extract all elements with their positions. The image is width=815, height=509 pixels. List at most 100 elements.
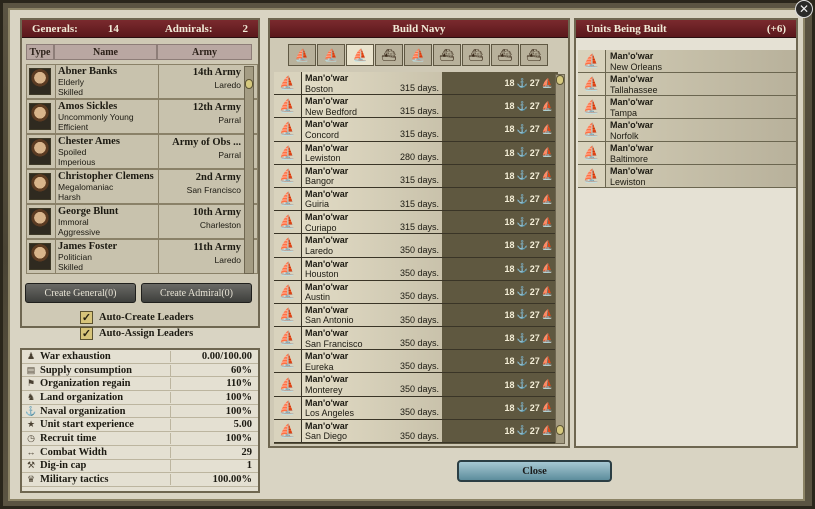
unit-info: Man'o'war Lewiston bbox=[606, 165, 796, 187]
anchor-icon: ⚓ bbox=[516, 286, 528, 297]
ship-small-icon: ⛵ bbox=[541, 170, 553, 181]
col-type[interactable]: Type bbox=[26, 44, 54, 60]
unit-name: Man'o'war bbox=[610, 51, 654, 61]
tab-ship-type-3[interactable]: ⛵ bbox=[346, 44, 374, 66]
leader-row[interactable]: James Foster Politician Skilled 11th Arm… bbox=[26, 239, 258, 274]
create-general-button[interactable]: Create General(0) bbox=[25, 283, 136, 303]
portrait-icon bbox=[29, 103, 51, 130]
leader-army: 2nd Army bbox=[195, 172, 241, 183]
ship-scroll-down[interactable] bbox=[556, 425, 564, 435]
ship-stats: 18 ⚓ 27 ⛵ bbox=[442, 95, 558, 118]
ship-build-row[interactable]: ⛵ Man'o'war Guiria 315 days. 18 ⚓ 27 ⛵ bbox=[274, 187, 558, 212]
ship-build-row[interactable]: ⛵ Man'o'war Austin 350 days. 18 ⚓ 27 ⛵ bbox=[274, 280, 558, 304]
leader-row[interactable]: Amos Sickles Uncommonly Young Efficient … bbox=[26, 99, 258, 134]
ship-scrollbar[interactable] bbox=[555, 74, 565, 444]
leader-column-headers: Type Name Army bbox=[26, 44, 254, 60]
ship-small-icon: ⛵ bbox=[541, 123, 553, 134]
ship-stat-b: 27 bbox=[529, 170, 540, 181]
generals-count: 14 bbox=[107, 22, 119, 35]
unit-city: Tampa bbox=[610, 107, 638, 118]
ship-build-row[interactable]: ⛵ Man'o'war Boston 315 days. 18 ⚓ 27 ⛵ bbox=[274, 72, 558, 96]
tab-ship-type-7[interactable]: ⛴ bbox=[462, 44, 490, 66]
ship-stats: 18 ⚓ 27 ⛵ bbox=[442, 164, 558, 187]
ship-stat-b: 27 bbox=[529, 379, 540, 390]
supply-icon: ▤ bbox=[26, 364, 36, 375]
leader-trait-2: Efficient bbox=[58, 122, 89, 132]
tab-ship-type-2[interactable]: ⛵ bbox=[317, 44, 345, 66]
unit-built-row[interactable]: ⛵ Man'o'war Tallahassee bbox=[578, 73, 796, 96]
military-stats-panel: ♟ War exhaustion 0.00/100.00 ▤ Supply con… bbox=[20, 348, 260, 493]
unit-built-row[interactable]: ⛵ Man'o'war Norfolk bbox=[578, 119, 796, 142]
stat-label: Organization regain bbox=[40, 378, 131, 390]
ship-stats: 18 ⚓ 27 ⛵ bbox=[442, 280, 558, 303]
leader-scroll-knob[interactable] bbox=[245, 79, 253, 89]
ship-build-row[interactable]: ⛵ Man'o'war Bangor 315 days. 18 ⚓ 27 ⛵ bbox=[274, 164, 558, 188]
leader-trait-1: Uncommonly Young bbox=[58, 112, 134, 122]
leaders-panel: Generals: 14 Admirals: 2 Type Name Army Ab… bbox=[20, 18, 260, 328]
unit-built-row[interactable]: ⛵ Man'o'war New Orleans bbox=[578, 50, 796, 73]
ship-days: 315 days. bbox=[399, 198, 439, 209]
unit-built-row[interactable]: ⛵ Man'o'war Baltimore bbox=[578, 142, 796, 165]
clock-icon: ◷ bbox=[27, 432, 35, 443]
tab-ship-type-9[interactable]: ⛴ bbox=[520, 44, 548, 66]
leader-trait-1: Politician bbox=[58, 252, 93, 262]
ship-stat-b: 27 bbox=[529, 402, 540, 413]
leader-row[interactable]: Christopher Clemens Megalomaniac Harsh 2… bbox=[26, 169, 258, 204]
ship-build-row[interactable]: ⛵ Man'o'war Los Angeles 350 days. 18 ⚓ 2… bbox=[274, 396, 558, 420]
ship-info: Man'o'war San Francisco 350 days. bbox=[302, 327, 442, 350]
tab-ship-type-8[interactable]: ⛴ bbox=[491, 44, 519, 66]
leader-army-cell: 14th Army Laredo bbox=[158, 65, 245, 98]
col-name[interactable]: Name bbox=[54, 44, 157, 60]
ship-days: 315 days. bbox=[399, 129, 439, 140]
ship-build-row[interactable]: ⛵ Man'o'war Lewiston 280 days. 18 ⚓ 27 ⛵ bbox=[274, 141, 558, 165]
unit-info: Man'o'war Tampa bbox=[606, 96, 796, 118]
ship-stat-a: 18 bbox=[504, 240, 515, 251]
ship-icon: ⛵ bbox=[578, 73, 606, 95]
leader-trait-2: Aggressive bbox=[58, 227, 101, 237]
auto-assign-checkbox[interactable]: ✓ Auto-Assign Leaders bbox=[80, 327, 193, 340]
ship-stat-b: 27 bbox=[529, 78, 540, 89]
ship-build-row[interactable]: ⛵ Man'o'war New Bedford 315 days. 18 ⚓ 2… bbox=[274, 95, 558, 119]
ship-build-row[interactable]: ⛵ Man'o'war Laredo 350 days. 18 ⚓ 27 ⛵ bbox=[274, 234, 558, 258]
ship-stat-b: 27 bbox=[529, 217, 540, 228]
tab-ship-type-6[interactable]: ⛴ bbox=[433, 44, 461, 66]
ship-build-row[interactable]: ⛵ Man'o'war Monterey 350 days. 18 ⚓ 27 ⛵ bbox=[274, 373, 558, 397]
leader-scrollbar[interactable] bbox=[244, 66, 254, 274]
portrait-icon bbox=[29, 138, 51, 165]
ship-small-icon: ⛵ bbox=[541, 216, 553, 227]
ship-icon: ⛵ bbox=[274, 303, 302, 327]
unit-built-row[interactable]: ⛵ Man'o'war Tampa bbox=[578, 96, 796, 119]
ship-build-row[interactable]: ⛵ Man'o'war San Francisco 350 days. 18 ⚓… bbox=[274, 327, 558, 351]
ship-scroll-up[interactable] bbox=[556, 75, 564, 85]
ship-build-row[interactable]: ⛵ Man'o'war Houston 350 days. 18 ⚓ 27 ⛵ bbox=[274, 257, 558, 281]
ship-stats: 18 ⚓ 27 ⛵ bbox=[442, 419, 558, 442]
leader-name: Amos Sickles bbox=[58, 101, 118, 112]
ship-build-row[interactable]: ⛵ Man'o'war San Diego 350 days. 18 ⚓ 27 … bbox=[274, 419, 558, 443]
leader-trait-2: Harsh bbox=[58, 192, 81, 202]
unit-name: Man'o'war bbox=[610, 120, 654, 130]
ship-build-row[interactable]: ⛵ Man'o'war Concord 315 days. 18 ⚓ 27 ⛵ bbox=[274, 118, 558, 142]
create-admiral-button[interactable]: Create Admiral(0) bbox=[141, 283, 252, 303]
leader-row[interactable]: Chester Ames Spoiled Imperious Army of O… bbox=[26, 134, 258, 169]
ship-days: 315 days. bbox=[399, 175, 439, 186]
ship-build-row[interactable]: ⛵ Man'o'war Curiapo 315 days. 18 ⚓ 27 ⛵ bbox=[274, 211, 558, 235]
anchor-icon: ⚓ bbox=[516, 355, 528, 366]
stat-row: ♛ Military tactics 100.00% bbox=[22, 473, 258, 487]
ship-stat-b: 27 bbox=[529, 333, 540, 344]
col-army[interactable]: Army bbox=[157, 44, 252, 60]
close-button[interactable]: Close bbox=[457, 460, 612, 482]
leader-row[interactable]: Abner Banks Elderly Skilled 14th Army La… bbox=[26, 64, 258, 99]
ship-icon: ⛵ bbox=[274, 95, 302, 118]
close-window-icon[interactable]: ✕ bbox=[795, 0, 813, 18]
unit-built-row[interactable]: ⛵ Man'o'war Lewiston bbox=[578, 165, 796, 188]
tab-ship-type-4[interactable]: ⛴ bbox=[375, 44, 403, 66]
leader-row[interactable]: George Blunt Immoral Aggressive 10th Arm… bbox=[26, 204, 258, 239]
tab-ship-type-1[interactable]: ⛵ bbox=[288, 44, 316, 66]
tab-ship-type-5[interactable]: ⛵ bbox=[404, 44, 432, 66]
units-built-panel: Units Being Built (+6) ⛵ Man'o'war New O… bbox=[574, 18, 798, 448]
auto-create-checkbox[interactable]: ✓ Auto-Create Leaders bbox=[80, 311, 194, 324]
admirals-count: 2 bbox=[242, 22, 249, 35]
ship-build-row[interactable]: ⛵ Man'o'war San Antonio 350 days. 18 ⚓ 2… bbox=[274, 303, 558, 328]
ship-build-row[interactable]: ⛵ Man'o'war Eureka 350 days. 18 ⚓ 27 ⛵ bbox=[274, 350, 558, 374]
ship-stat-b: 27 bbox=[529, 147, 540, 158]
